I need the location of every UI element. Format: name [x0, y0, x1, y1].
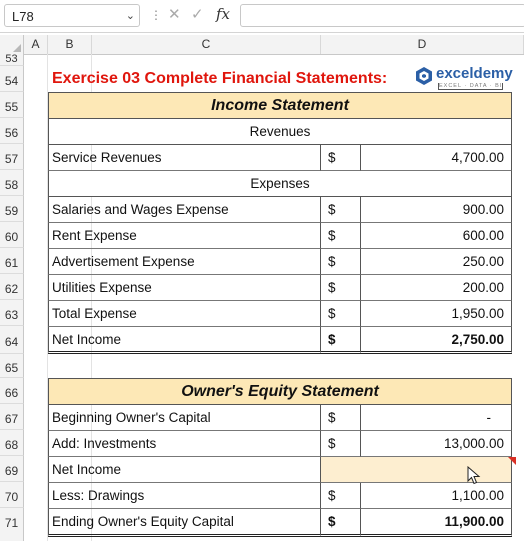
logo-name: exceldemy	[436, 65, 513, 82]
row-header-53[interactable]: 53	[0, 54, 24, 66]
amount-service-revenues[interactable]: 4,700.00	[361, 145, 512, 171]
row-label-drawings[interactable]: Less: Drawings	[48, 483, 321, 509]
row-header-64[interactable]: 64	[0, 326, 24, 354]
row-header-61[interactable]: 61	[0, 248, 24, 274]
amount-ending-capital[interactable]: 11,900.00	[361, 509, 512, 537]
row-header-62[interactable]: 62	[0, 274, 24, 300]
currency-cell[interactable]: $	[321, 327, 361, 354]
row-label-salaries-wages[interactable]: Salaries and Wages Expense	[48, 197, 321, 223]
select-all-corner[interactable]	[0, 35, 24, 54]
row-header-59[interactable]: 59	[0, 196, 24, 222]
currency-cell[interactable]: $	[321, 431, 361, 457]
exceldemy-logo: exceldemy EXCEL · DATA · BI	[414, 65, 520, 93]
currency-cell[interactable]: $	[321, 275, 361, 301]
row-header-66[interactable]: 66	[0, 378, 24, 404]
column-header-a[interactable]: A	[24, 35, 48, 54]
column-header-row: A B C D	[0, 35, 524, 55]
column-header-c[interactable]: C	[92, 35, 321, 54]
currency-cell[interactable]: $	[321, 223, 361, 249]
row-header-57[interactable]: 57	[0, 144, 24, 170]
row-label-rent-expense[interactable]: Rent Expense	[48, 223, 321, 249]
row-label-service-revenues[interactable]: Service Revenues	[48, 145, 321, 171]
mouse-cursor-icon	[467, 466, 481, 485]
row-header-68[interactable]: 68	[0, 430, 24, 456]
row-label-net-income[interactable]: Net Income	[48, 327, 321, 354]
row-label-total-expense[interactable]: Total Expense	[48, 301, 321, 327]
row-header-54[interactable]: 54	[0, 66, 24, 92]
amount-total-expense[interactable]: 1,950.00	[361, 301, 512, 327]
revenues-label[interactable]: Revenues	[48, 119, 512, 145]
row-label-advertisement-expense[interactable]: Advertisement Expense	[48, 249, 321, 275]
amount-investments[interactable]: 13,000.00	[361, 431, 512, 457]
enter-check-icon[interactable]: ✓	[191, 5, 204, 23]
row-header-55[interactable]: 55	[0, 92, 24, 118]
logo-tagline: EXCEL · DATA · BI	[438, 83, 504, 90]
row-label-ending-capital[interactable]: Ending Owner's Equity Capital	[48, 509, 321, 537]
row-label-utilities-expense[interactable]: Utilities Expense	[48, 275, 321, 301]
row-label-investments[interactable]: Add: Investments	[48, 431, 321, 457]
currency-cell[interactable]: $	[321, 249, 361, 275]
row-header-56[interactable]: 56	[0, 118, 24, 144]
row-label-equity-net-income[interactable]: Net Income	[48, 457, 321, 483]
formula-input[interactable]	[240, 4, 524, 27]
amount-beginning-capital[interactable]: -	[361, 405, 512, 431]
name-box[interactable]: L78 ⌄	[4, 4, 140, 27]
cancel-icon[interactable]: ✕	[168, 5, 181, 23]
amount-rent-expense[interactable]: 600.00	[361, 223, 512, 249]
row-header-67[interactable]: 67	[0, 404, 24, 430]
equity-statement-header[interactable]: Owner's Equity Statement	[48, 378, 512, 405]
amount-salaries-wages[interactable]: 900.00	[361, 197, 512, 223]
amount-utilities-expense[interactable]: 200.00	[361, 275, 512, 301]
currency-cell[interactable]: $	[321, 145, 361, 171]
row-header-70[interactable]: 70	[0, 482, 24, 508]
insert-function-icon[interactable]: fx	[216, 5, 230, 23]
currency-cell[interactable]: $	[321, 483, 361, 509]
currency-cell[interactable]: $	[321, 509, 361, 537]
comment-indicator-icon[interactable]	[508, 457, 516, 465]
column-header-d[interactable]: D	[321, 35, 524, 54]
expenses-label[interactable]: Expenses	[48, 171, 512, 197]
more-options-icon[interactable]: ⋮	[150, 8, 162, 22]
column-header-b[interactable]: B	[48, 35, 92, 54]
name-box-value: L78	[12, 9, 34, 24]
chevron-down-icon[interactable]: ⌄	[126, 9, 135, 22]
amount-advertisement-expense[interactable]: 250.00	[361, 249, 512, 275]
row-header-60[interactable]: 60	[0, 222, 24, 248]
currency-cell[interactable]: $	[321, 301, 361, 327]
row-header-65[interactable]: 65	[0, 354, 24, 378]
row-header-63[interactable]: 63	[0, 300, 24, 326]
amount-net-income[interactable]: 2,750.00	[361, 327, 512, 354]
currency-cell[interactable]: $	[321, 405, 361, 431]
row-header-69[interactable]: 69	[0, 456, 24, 482]
amount-drawings[interactable]: 1,100.00	[361, 483, 512, 509]
currency-cell[interactable]: $	[321, 197, 361, 223]
income-statement-header[interactable]: Income Statement	[48, 92, 512, 119]
formula-bar: L78 ⌄ ⋮ ✕ ✓ fx	[0, 0, 524, 33]
net-income-input-cell[interactable]	[321, 457, 512, 483]
row-label-beginning-capital[interactable]: Beginning Owner's Capital	[48, 405, 321, 431]
exercise-title: Exercise 03 Complete Financial Statement…	[52, 70, 388, 87]
row-header-58[interactable]: 58	[0, 170, 24, 196]
row-header-71[interactable]: 71	[0, 508, 24, 541]
exceldemy-logo-icon	[416, 67, 432, 85]
